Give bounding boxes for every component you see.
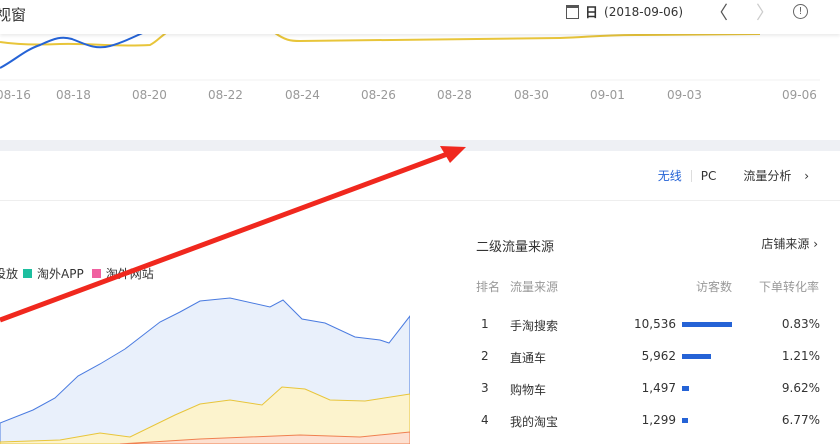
page-title: 视窗 bbox=[0, 6, 27, 24]
column-header[interactable]: 下单转化率 bbox=[759, 278, 819, 295]
rank: 4 bbox=[481, 413, 489, 427]
x-tick: 08-30 bbox=[514, 88, 549, 102]
visitor-count: 1,299 bbox=[641, 413, 676, 427]
conversion-rate: 1.21% bbox=[781, 349, 820, 363]
column-header: 流量来源 bbox=[510, 280, 559, 294]
source-name: 手淘搜索 bbox=[510, 319, 559, 333]
x-tick: 08-22 bbox=[208, 88, 243, 102]
x-tick: 08-18 bbox=[56, 88, 91, 102]
chevron-left-icon[interactable]: 〈 bbox=[710, 0, 728, 25]
x-tick: 09-06 bbox=[782, 88, 817, 102]
x-tick: 08-16 bbox=[0, 88, 31, 102]
calendar-icon bbox=[566, 4, 579, 19]
x-tick: 09-03 bbox=[667, 88, 702, 102]
source-name: 购物车 bbox=[510, 383, 547, 397]
tab-wireless[interactable]: 无线 bbox=[649, 167, 691, 184]
x-tick: 08-28 bbox=[437, 88, 472, 102]
x-tick: 08-20 bbox=[132, 88, 167, 102]
table-row[interactable]: 3 购物车 1,497 9.62% bbox=[476, 381, 820, 401]
source-name: 直通车 bbox=[510, 351, 547, 365]
conversion-rate: 9.62% bbox=[781, 381, 820, 395]
visitor-bar bbox=[682, 386, 689, 391]
visitor-bar bbox=[682, 418, 688, 423]
table-row[interactable]: 4 我的淘宝 1,299 6.77% bbox=[476, 413, 820, 433]
device-tabs: 无线 PC 流量分析 › bbox=[649, 167, 818, 184]
visitor-count: 10,536 bbox=[634, 317, 676, 331]
chevron-right-icon[interactable]: 〉 bbox=[756, 0, 774, 25]
date-unit: 日 bbox=[585, 6, 599, 21]
x-tick: 08-26 bbox=[361, 88, 396, 102]
visitor-bar bbox=[682, 322, 732, 327]
series-blue bbox=[0, 31, 146, 69]
table-title: 二级流量来源 bbox=[476, 240, 555, 255]
table-row[interactable]: 2 直通车 5,962 1.21% bbox=[476, 349, 820, 369]
shop-source-link[interactable]: 店铺来源 › bbox=[761, 235, 818, 252]
rank: 3 bbox=[481, 381, 489, 395]
source-name: 我的淘宝 bbox=[510, 415, 559, 429]
date-picker[interactable]: 日 (2018-09-06) bbox=[566, 2, 683, 21]
column-header[interactable]: 访客数 bbox=[696, 278, 732, 295]
info-icon[interactable]: ! bbox=[793, 4, 808, 19]
visitor-bar bbox=[682, 354, 711, 359]
trend-card: 视窗 日 (2018-09-06) 〈 〉 ! 08-16 08-18 08-2… bbox=[0, 0, 840, 140]
header-bar: 视窗 日 (2018-09-06) 〈 〉 ! bbox=[0, 0, 840, 34]
table-row[interactable]: 1 手淘搜索 10,536 0.83% bbox=[476, 317, 820, 337]
link-label: 店铺来源 bbox=[761, 237, 810, 251]
rank: 1 bbox=[481, 317, 489, 331]
x-tick: 09-01 bbox=[590, 88, 625, 102]
date-value: (2018-09-06) bbox=[604, 4, 684, 19]
traffic-source-card: 无线 PC 流量分析 › 投放 淘外APP 淘外网站 二级流量来源 店铺来源 ›… bbox=[0, 151, 840, 444]
rank: 2 bbox=[481, 349, 489, 363]
column-header: 排名 bbox=[476, 280, 501, 294]
conversion-rate: 0.83% bbox=[781, 317, 820, 331]
conversion-rate: 6.77% bbox=[781, 413, 820, 427]
link-label: 流量分析 bbox=[743, 169, 792, 183]
traffic-analysis-link[interactable]: 流量分析 › bbox=[725, 167, 818, 184]
visitor-count: 1,497 bbox=[641, 381, 676, 395]
x-tick: 08-24 bbox=[285, 88, 320, 102]
tab-pc[interactable]: PC bbox=[692, 169, 726, 183]
area-chart bbox=[0, 297, 410, 444]
visitor-count: 5,962 bbox=[641, 349, 676, 363]
